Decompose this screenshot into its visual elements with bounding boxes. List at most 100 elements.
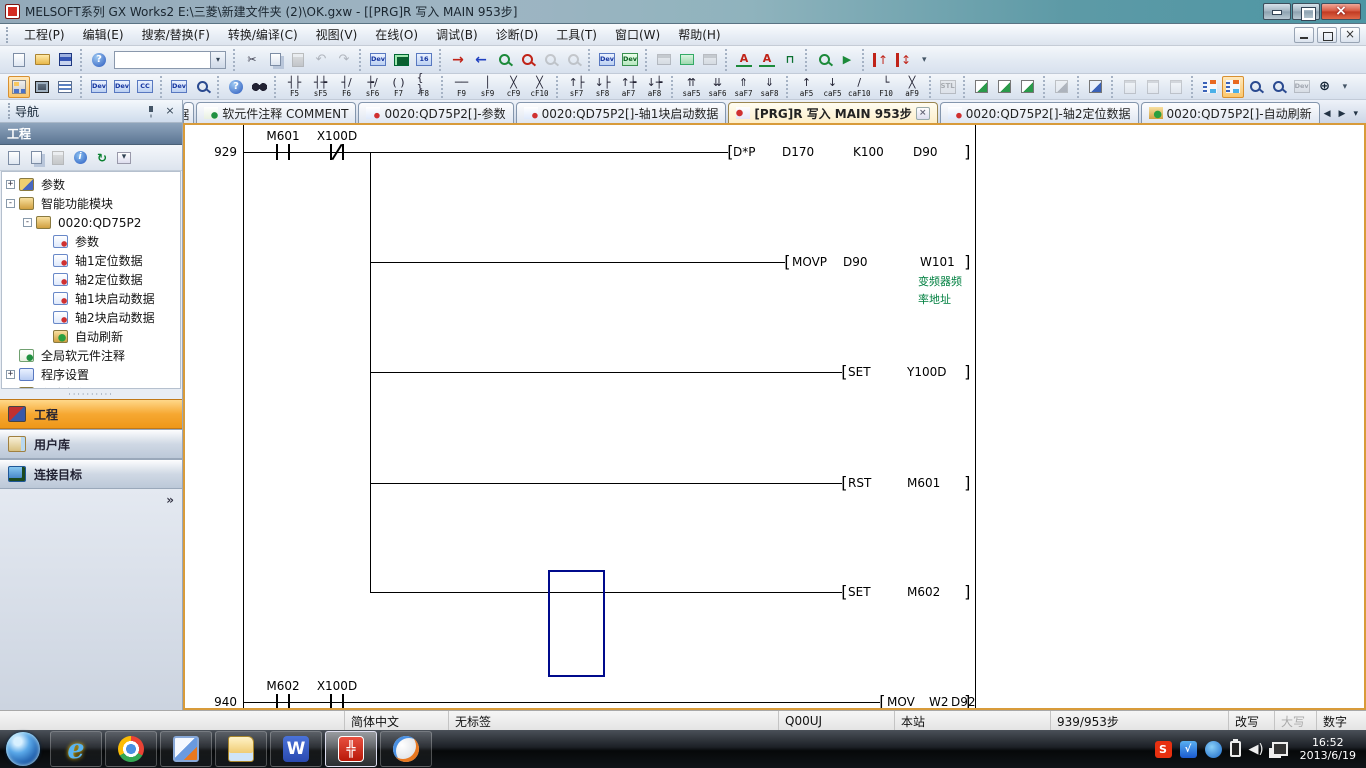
pulse-generate-button[interactable]: ⊓ [779,49,801,71]
volume-icon[interactable]: ◀) [1249,742,1264,757]
falling-pulse-branch-button[interactable]: ↓┾aF8 [642,75,667,99]
child-restore-button[interactable] [1317,27,1337,43]
application-instruction-button[interactable]: { }F8 [412,75,437,99]
ladder-contact-label[interactable]: X100D [297,129,377,143]
file-explorer-taskbar-button[interactable] [215,731,267,767]
image-viewer-taskbar-button[interactable] [160,731,212,767]
open-contact-button[interactable]: ┤├F5 [282,75,307,99]
help-2-button[interactable]: ? [225,76,247,98]
ladder-instruction[interactable]: D170 [782,144,814,160]
ladder-instruction[interactable]: W2 [929,694,949,710]
zoom-button[interactable]: ⊕ [1314,76,1336,98]
close-contact-button[interactable]: ┤/F6 [334,75,359,99]
rising-pulse-button[interactable]: ↑├sF7 [564,75,589,99]
ladder-instruction[interactable]: D90 [843,254,868,270]
ladder-contact-bar[interactable] [342,144,344,160]
device-write-monitor-button[interactable]: Dev [596,49,618,71]
sampling-trace-start-button[interactable]: A [733,49,755,71]
ladder-edit-cursor[interactable] [548,570,605,677]
minimize-button[interactable] [1263,3,1291,20]
rising-pulse-close-branch-button[interactable]: ⇑saF7 [731,75,756,99]
watch-run-button[interactable]: ▶ [836,49,858,71]
ladder-instruction[interactable]: W101 [920,254,955,270]
child-minimize-button[interactable] [1294,27,1314,43]
device-display-button[interactable]: Dev [168,76,190,98]
ladder-instruction[interactable]: M602 [907,584,940,600]
menu-item-5[interactable]: 在线(O) [366,24,427,45]
read-from-plc-button[interactable]: ← [470,49,492,71]
rising-pulse-branch-button[interactable]: ↑┾aF7 [616,75,641,99]
ladder-editor[interactable]: 929M601X100D[D*PD170K100D90][MOVPD90W101… [183,123,1366,710]
tree-item-5[interactable]: 轴2定位数据 [2,270,180,289]
device-comment-search-button[interactable]: Dev [367,49,389,71]
find-combobox[interactable]: ▾ [114,51,226,69]
ladder-instruction[interactable]: Y100D [907,364,946,380]
nav-view-button-0[interactable]: 工程 [0,399,182,429]
menu-item-8[interactable]: 工具(T) [547,24,606,45]
ladder-instruction[interactable]: SET [848,364,871,380]
ladder-instruction[interactable]: D90 [913,144,938,160]
tree-item-8[interactable]: 自动刷新 [2,327,180,346]
panel-splitter[interactable]: ·········· [0,389,182,399]
network-icon[interactable] [1272,742,1288,756]
device-read-monitor-button[interactable]: Dev [619,49,641,71]
tab-1[interactable]: 0020:QD75P2[]-轴2块启动数据 [183,102,194,123]
rising-pulse-close-button[interactable]: ⇈saF5 [679,75,704,99]
monitor-start-button[interactable] [493,49,515,71]
nav-view-button-2[interactable]: 连接目标 [0,459,182,489]
ladder-instruction[interactable]: MOV [887,694,915,710]
tree-expand-icon[interactable]: - [6,199,15,208]
tree-item-3[interactable]: 参数 [2,232,180,251]
tab-scroll-0[interactable]: ◀ [1322,108,1333,120]
tree-item-9[interactable]: 全局软元件注释 [2,346,180,365]
device-comment-button[interactable]: Dev [88,76,110,98]
tree-item-1[interactable]: -智能功能模块 [2,194,180,213]
internet-explorer-taskbar-button[interactable]: e [50,731,102,767]
child-close-button[interactable] [1340,27,1360,43]
read-mode-button[interactable] [1245,76,1267,98]
scan-time-low-button[interactable]: ↕ [893,49,915,71]
tree-item-2[interactable]: -0020:QD75P2 [2,213,180,232]
convert-operation-button[interactable]: ↓caF5 [820,75,845,99]
tab-2[interactable]: 软元件注释 COMMENT [196,102,356,123]
nav-new-data-button[interactable] [3,147,25,169]
write-to-plc-button[interactable]: → [447,49,469,71]
falling-pulse-close-branch-button[interactable]: ⇓saF8 [757,75,782,99]
tree-expand-icon[interactable]: + [6,180,15,189]
pin-icon[interactable] [143,104,159,118]
nav-chevron[interactable]: » [0,489,182,710]
paint-app-taskbar-button[interactable] [380,731,432,767]
edit-rise-button[interactable] [994,76,1016,98]
ladder-instruction[interactable]: MOVP [792,254,827,270]
toolbar-overflow-icon[interactable]: ▾ [919,55,930,65]
tree-item-4[interactable]: 轴1定位数据 [2,251,180,270]
taskbar-clock[interactable]: 16:52 2013/6/19 [1296,736,1366,762]
open-project-button[interactable] [31,49,53,71]
menu-item-9[interactable]: 窗口(W) [606,24,669,45]
edit-fall-button[interactable] [1017,76,1039,98]
intelligent-module-button[interactable] [31,76,53,98]
tree-item-0[interactable]: +参数 [2,175,180,194]
falling-pulse-button[interactable]: ↓├sF8 [590,75,615,99]
tree-item-6[interactable]: 轴1块启动数据 [2,289,180,308]
delete-vertical-line-button[interactable]: ╳cF10 [527,75,552,99]
coil-button[interactable]: ( )F7 [386,75,411,99]
insert-row-button[interactable] [1085,76,1107,98]
monitor-stop-button[interactable] [516,49,538,71]
falling-pulse-close-button[interactable]: ⇊saF6 [705,75,730,99]
ladder-instruction[interactable]: SET [848,584,871,600]
copy-button[interactable] [264,49,286,71]
ladder-contact-bar[interactable] [288,144,290,160]
sogou-input-icon[interactable]: S [1155,741,1172,758]
window-switch-button[interactable] [676,49,698,71]
ladder-contact-label[interactable]: X100D [297,679,377,693]
menu-item-4[interactable]: 视图(V) [307,24,367,45]
ladder-contact-bar[interactable] [342,694,344,710]
qq-protect-icon[interactable]: √ [1180,741,1197,758]
menu-item-6[interactable]: 调试(B) [427,24,487,45]
ladder-contact-bar[interactable] [276,694,278,710]
nav-data-info-button[interactable]: i [69,147,91,169]
tab-scroll-2[interactable]: ▾ [1351,108,1360,120]
delete-horizontal-line-button[interactable]: ╳cF9 [501,75,526,99]
ladder-instruction[interactable]: RST [848,475,871,491]
